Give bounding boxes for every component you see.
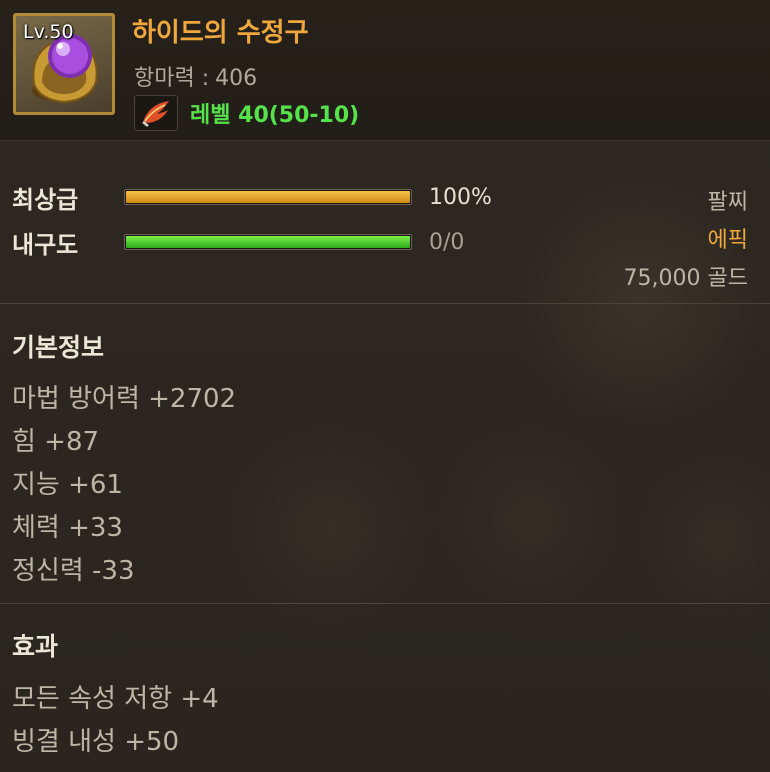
divider	[0, 303, 770, 304]
durability-bar-fill	[126, 236, 410, 248]
durability-bar	[124, 234, 412, 250]
item-name: 하이드의 수정구	[132, 18, 309, 48]
grade-bar	[124, 189, 412, 205]
durability-label: 내구도	[12, 230, 79, 259]
item-slot: 팔찌	[707, 190, 748, 215]
durability-value: 0/0	[429, 229, 465, 255]
feather-quill-icon	[134, 95, 178, 131]
stat-line: 체력 +33	[12, 513, 123, 543]
effect-line: 빙결 내성 +50	[12, 727, 180, 757]
defense-line: 항마력 :406	[134, 60, 257, 92]
level-requirement-text: 레벨 40(50-10)	[190, 103, 360, 128]
stat-line: 지능 +61	[12, 470, 123, 500]
level-requirement: 레벨 40(50-10)	[134, 95, 359, 131]
item-level-badge: Lv.50	[23, 21, 74, 43]
stat-line: 정신력 -33	[12, 556, 135, 586]
effects-title: 효과	[12, 632, 59, 661]
effect-line: 모든 속성 저항 +4	[12, 684, 219, 714]
durability-bar-row: 내구도 0/0	[12, 227, 465, 259]
grade-bar-fill	[126, 191, 410, 203]
defense-value: 406	[215, 66, 258, 91]
grade-label: 최상급	[12, 185, 79, 214]
defense-label: 항마력 :	[134, 66, 210, 91]
item-rarity: 에픽	[707, 228, 748, 253]
grade-value: 100%	[429, 184, 492, 210]
stat-line: 마법 방어력 +2702	[12, 384, 237, 414]
item-price: 75,000 골드	[623, 266, 748, 291]
basic-info-title: 기본정보	[12, 333, 105, 362]
item-header: Lv.50 하이드의 수정구 항마력 :406 레벨 40(50-10)	[0, 0, 770, 141]
divider	[0, 603, 770, 604]
grade-bar-row: 최상급 100%	[12, 182, 492, 214]
item-icon-frame[interactable]: Lv.50	[13, 13, 115, 115]
stat-line: 힘 +87	[12, 427, 100, 457]
